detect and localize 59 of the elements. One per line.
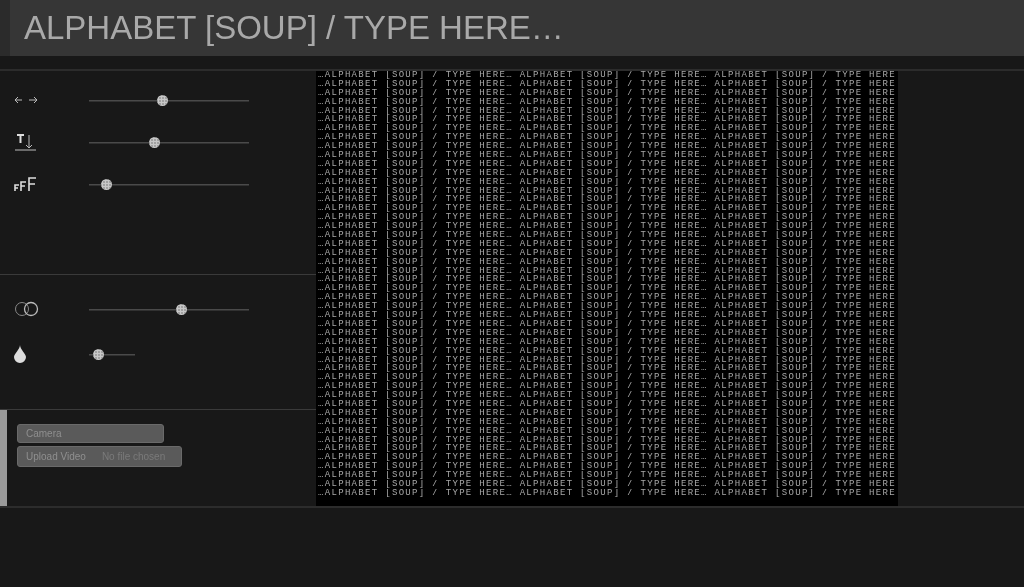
ascii-text-line: …ALPHABET [SOUP] / TYPE HERE… ALPHABET [SOUP] / TYPE HERE… ALPHABET [SOUP] / TYPE HERE (317, 177, 897, 187)
ascii-text-line: …ALPHABET [SOUP] / TYPE HERE… ALPHABET [SOUP] / TYPE HERE… ALPHABET [SOUP] / TYPE HERE (317, 471, 897, 480)
ascii-text-line: …ALPHABET [SOUP] / TYPE HERE… ALPHABET [SOUP] / TYPE HERE… ALPHABET [SOUP] / TYPE HERE (317, 435, 897, 445)
slider-thumb[interactable] (93, 348, 105, 360)
ascii-text-line: …ALPHABET [SOUP] / TYPE HERE… ALPHABET [SOUP] / TYPE HERE… ALPHABET [SOUP] / TYPE HERE (317, 453, 897, 463)
ascii-text-line: …ALPHABET [SOUP] / TYPE HERE… ALPHABET [SOUP] / TYPE HERE… ALPHABET [SOUP] / TYPE HERE (317, 311, 897, 320)
ascii-text-line: …ALPHABET [SOUP] / TYPE HERE… ALPHABET [SOUP] / TYPE HERE… ALPHABET [SOUP] / TYPE HERE (317, 266, 897, 276)
slider-thumb[interactable] (156, 94, 168, 106)
ascii-text-line: …ALPHABET [SOUP] / TYPE HERE… ALPHABET [SOUP] / TYPE HERE… ALPHABET [SOUP] / TYPE HERE (317, 328, 897, 338)
ascii-text-line: …ALPHABET [SOUP] / TYPE HERE… ALPHABET [SOUP] / TYPE HERE… ALPHABET [SOUP] / TYPE HERE (317, 106, 897, 116)
ascii-text-line: …ALPHABET [SOUP] / TYPE HERE… ALPHABET [SOUP] / TYPE HERE… ALPHABET [SOUP] / TYPE HERE (317, 79, 897, 89)
ascii-text-line: …ALPHABET [SOUP] / TYPE HERE… ALPHABET [SOUP] / TYPE HERE… ALPHABET [SOUP] / TYPE HERE (317, 275, 897, 285)
slider-thumb[interactable] (101, 178, 112, 190)
ascii-text-line: …ALPHABET [SOUP] / TYPE HERE… ALPHABET [SOUP] / TYPE HERE… ALPHABET [SOUP] / TYPE HERE (317, 71, 897, 80)
ascii-text-line: …ALPHABET [SOUP] / TYPE HERE… ALPHABET [SOUP] / TYPE HERE… ALPHABET [SOUP] / TYPE HERE (317, 337, 897, 347)
slider-thumb[interactable] (176, 303, 187, 315)
ascii-text-line: …ALPHABET [SOUP] / TYPE HERE… ALPHABET [SOUP] / TYPE HERE… ALPHABET [SOUP] / TYPE HERE (317, 142, 897, 151)
ascii-text-line: …ALPHABET [SOUP] / TYPE HERE… ALPHABET [SOUP] / TYPE HERE… ALPHABET [SOUP] / TYPE HERE (317, 426, 897, 436)
ascii-text-line: …ALPHABET [SOUP] / TYPE HERE… ALPHABET [SOUP] / TYPE HERE… ALPHABET [SOUP] / TYPE HERE (317, 97, 897, 107)
ascii-text-line: …ALPHABET [SOUP] / TYPE HERE… ALPHABET [SOUP] / TYPE HERE… ALPHABET [SOUP] / TYPE HERE (317, 168, 897, 178)
text-input[interactable]: ALPHABET [SOUP] / TYPE HERE… (10, 0, 1024, 56)
ascii-text-line: …ALPHABET [SOUP] / TYPE HERE… ALPHABET [SOUP] / TYPE HERE… ALPHABET [SOUP] / TYPE HERE (317, 488, 897, 498)
ascii-text-line: …ALPHABET [SOUP] / TYPE HERE… ALPHABET [SOUP] / TYPE HERE… ALPHABET [SOUP] / TYPE HERE (317, 293, 897, 303)
ascii-text-line: …ALPHABET [SOUP] / TYPE HERE… ALPHABET [SOUP] / TYPE HERE… ALPHABET [SOUP] / TYPE HERE (317, 239, 897, 249)
ascii-text-line: …ALPHABET [SOUP] / TYPE HERE… ALPHABET [SOUP] / TYPE HERE… ALPHABET [SOUP] / TYPE HERE (317, 204, 897, 214)
ascii-text-line: …ALPHABET [SOUP] / TYPE HERE… ALPHABET [SOUP] / TYPE HERE… ALPHABET [SOUP] / TYPE HERE (317, 213, 897, 223)
ascii-text-line: …ALPHABET [SOUP] / TYPE HERE… ALPHABET [SOUP] / TYPE HERE… ALPHABET [SOUP] / TYPE HERE (317, 159, 897, 169)
ascii-text-line: …ALPHABET [SOUP] / TYPE HERE… ALPHABET [SOUP] / TYPE HERE… ALPHABET [SOUP] / TYPE HERE (317, 248, 897, 258)
ascii-text-line: …ALPHABET [SOUP] / TYPE HERE… ALPHABET [SOUP] / TYPE HERE… ALPHABET [SOUP] / TYPE HERE (317, 302, 897, 312)
ascii-text-line: …ALPHABET [SOUP] / TYPE HERE… ALPHABET [SOUP] / TYPE HERE… ALPHABET [SOUP] / TYPE HERE (317, 115, 897, 125)
ascii-text-line: …ALPHABET [SOUP] / TYPE HERE… ALPHABET [SOUP] / TYPE HERE… ALPHABET [SOUP] / TYPE HERE (317, 479, 897, 489)
drop-icon (14, 345, 26, 363)
ascii-text-line: …ALPHABET [SOUP] / TYPE HERE… ALPHABET [SOUP] / TYPE HERE… ALPHABET [SOUP] / TYPE HERE (317, 319, 897, 329)
ascii-text-line: …ALPHABET [SOUP] / TYPE HERE… ALPHABET [SOUP] / TYPE HERE… ALPHABET [SOUP] / TYPE HERE (317, 133, 897, 143)
ascii-text-line: …ALPHABET [SOUP] / TYPE HERE… ALPHABET [SOUP] / TYPE HERE… ALPHABET [SOUP] / TYPE HERE (317, 373, 897, 383)
ascii-text-line: …ALPHABET [SOUP] / TYPE HERE… ALPHABET [SOUP] / TYPE HERE… ALPHABET [SOUP] / TYPE HERE (317, 444, 897, 454)
ascii-text-line: …ALPHABET [SOUP] / TYPE HERE… ALPHABET [SOUP] / TYPE HERE… ALPHABET [SOUP] / TYPE HERE (317, 88, 897, 98)
ascii-text-line: …ALPHABET [SOUP] / TYPE HERE… ALPHABET [SOUP] / TYPE HERE… ALPHABET [SOUP] / TYPE HERE (317, 364, 897, 374)
ascii-text-line: …ALPHABET [SOUP] / TYPE HERE… ALPHABET [SOUP] / TYPE HERE… ALPHABET [SOUP] / TYPE HERE (317, 408, 897, 418)
ascii-text-line: …ALPHABET [SOUP] / TYPE HERE… ALPHABET [SOUP] / TYPE HERE… ALPHABET [SOUP] / TYPE HERE (317, 399, 897, 409)
slider-thumb[interactable] (149, 136, 160, 148)
overlapping-circles-icon (14, 301, 40, 317)
ascii-text-line: …ALPHABET [SOUP] / TYPE HERE… ALPHABET [SOUP] / TYPE HERE… ALPHABET [SOUP] / TYPE HERE (317, 382, 897, 392)
ascii-text-line: …ALPHABET [SOUP] / TYPE HERE… ALPHABET [SOUP] / TYPE HERE… ALPHABET [SOUP] / TYPE HERE (317, 222, 897, 232)
ascii-text-line: …ALPHABET [SOUP] / TYPE HERE… ALPHABET [SOUP] / TYPE HERE… ALPHABET [SOUP] / TYPE HERE (317, 124, 897, 134)
ascii-text-line: …ALPHABET [SOUP] / TYPE HERE… ALPHABET [SOUP] / TYPE HERE… ALPHABET [SOUP] / TYPE HERE (317, 195, 897, 205)
ascii-text-line: …ALPHABET [SOUP] / TYPE HERE… ALPHABET [SOUP] / TYPE HERE… ALPHABET [SOUP] / TYPE HERE (317, 231, 897, 240)
ascii-text-line: …ALPHABET [SOUP] / TYPE HERE… ALPHABET [SOUP] / TYPE HERE… ALPHABET [SOUP] / TYPE HERE (317, 257, 897, 267)
ascii-text-line: …ALPHABET [SOUP] / TYPE HERE… ALPHABET [SOUP] / TYPE HERE… ALPHABET [SOUP] / TYPE HERE (317, 391, 897, 400)
ascii-text-line: …ALPHABET [SOUP] / TYPE HERE… ALPHABET [SOUP] / TYPE HERE… ALPHABET [SOUP] / TYPE HERE (317, 417, 897, 427)
text-down-arrow-icon (14, 133, 38, 151)
ascii-text-line: …ALPHABET [SOUP] / TYPE HERE… ALPHABET [SOUP] / TYPE HERE… ALPHABET [SOUP] / TYPE HERE (317, 284, 897, 294)
ascii-text-line: …ALPHABET [SOUP] / TYPE HERE… ALPHABET [SOUP] / TYPE HERE… ALPHABET [SOUP] / TYPE HERE (317, 186, 897, 196)
arrows-icon (14, 95, 38, 105)
ascii-text-line: …ALPHABET [SOUP] / TYPE HERE… ALPHABET [SOUP] / TYPE HERE… ALPHABET [SOUP] / TYPE HERE (317, 355, 897, 365)
ascii-text-line: …ALPHABET [SOUP] / TYPE HERE… ALPHABET [SOUP] / TYPE HERE… ALPHABET [SOUP] / TYPE HERE (317, 346, 897, 356)
ascii-text-line: …ALPHABET [SOUP] / TYPE HERE… ALPHABET [SOUP] / TYPE HERE… ALPHABET [SOUP] / TYPE HERE (317, 462, 897, 472)
font-size-icon (14, 177, 38, 191)
ascii-text-line: …ALPHABET [SOUP] / TYPE HERE… ALPHABET [SOUP] / TYPE HERE… ALPHABET [SOUP] / TYPE HERE (317, 151, 897, 160)
